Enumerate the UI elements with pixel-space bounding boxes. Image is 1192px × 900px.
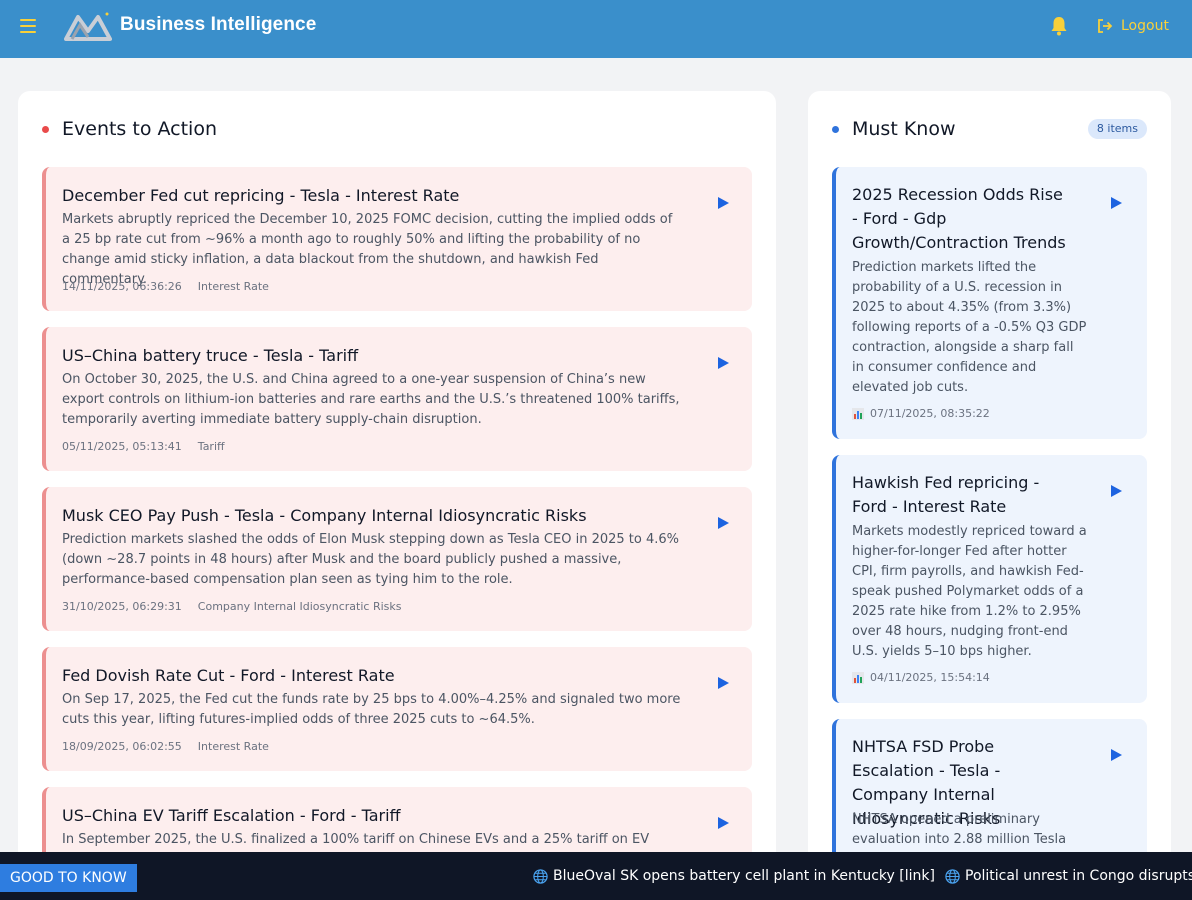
must-know-card-time: 07/11/2025, 08:35:22 — [870, 407, 990, 420]
must-know-title: Must Know — [852, 118, 956, 140]
globe-icon — [945, 868, 960, 884]
news-ticker: GOOD TO KNOW BlueOval SK opens battery c… — [0, 852, 1192, 900]
must-know-card-title: Hawkish Fed repricing - Ford - Interest … — [852, 473, 1040, 516]
events-title: Events to Action — [62, 118, 217, 140]
ticker-item[interactable]: Political unrest in Congo disrupts co — [945, 868, 1192, 884]
event-card-time: 05/11/2025, 05:13:41 — [62, 440, 182, 453]
play-icon[interactable] — [1109, 196, 1123, 210]
event-card-title: Fed Dovish Rate Cut - Ford - Interest Ra… — [62, 666, 395, 685]
must-know-dot — [832, 126, 839, 133]
play-icon[interactable] — [716, 676, 730, 690]
event-card-meta: 05/11/2025, 05:13:41 Tariff — [62, 440, 225, 453]
ticker-label: GOOD TO KNOW — [0, 864, 137, 892]
must-know-card-meta: 07/11/2025, 08:35:22 — [852, 407, 990, 420]
event-card-title: December Fed cut repricing - Tesla - Int… — [62, 186, 460, 205]
event-card-time: 14/11/2025, 06:36:26 — [62, 280, 182, 293]
brand-title: Business Intelligence — [120, 14, 317, 35]
must-know-card-title: 2025 Recession Odds Rise - Ford - Gdp Gr… — [852, 185, 1066, 252]
must-know-card[interactable]: 2025 Recession Odds Rise - Ford - Gdp Gr… — [832, 167, 1147, 439]
must-know-card-desc: Markets modestly repriced toward a highe… — [852, 524, 1087, 659]
event-card-tag: Interest Rate — [197, 280, 269, 293]
event-card-title: US–China battery truce - Tesla - Tariff — [62, 346, 359, 365]
bell-icon[interactable] — [1050, 16, 1068, 36]
ticker-item-text: Political unrest in Congo disrupts co — [965, 868, 1192, 884]
must-know-card-time: 04/11/2025, 15:54:14 — [870, 671, 990, 684]
event-card-title: US–China EV Tariff Escalation - Ford - T… — [62, 806, 401, 825]
items-count-badge: 8 items — [1087, 119, 1147, 139]
bar-chart-icon — [852, 407, 864, 420]
event-card[interactable]: December Fed cut repricing - Tesla - Int… — [42, 167, 752, 311]
event-card[interactable]: Musk CEO Pay Push - Tesla - Company Inte… — [42, 487, 752, 631]
event-card-meta: 14/11/2025, 06:36:26 Interest Rate — [62, 280, 269, 293]
event-card-tag: Tariff — [197, 440, 225, 453]
play-icon[interactable] — [716, 816, 730, 830]
events-panel: Events to Action December Fed cut repric… — [18, 91, 776, 871]
event-card-desc: Markets abruptly repriced the December 1… — [62, 212, 673, 287]
event-card-meta: 18/09/2025, 06:02:55 Interest Rate — [62, 740, 269, 753]
must-know-panel: Must Know 8 items 2025 Recession Odds Ri… — [808, 91, 1171, 871]
ticker-item-text: BlueOval SK opens battery cell plant in … — [553, 868, 935, 884]
event-card[interactable]: US–China battery truce - Tesla - Tariff … — [42, 327, 752, 471]
event-card-tag: Interest Rate — [197, 740, 269, 753]
play-icon[interactable] — [716, 356, 730, 370]
must-know-card-desc: Prediction markets lifted the probabilit… — [852, 260, 1087, 395]
logout-icon — [1098, 19, 1113, 33]
event-card-time: 31/10/2025, 06:29:31 — [62, 600, 182, 613]
play-icon[interactable] — [716, 196, 730, 210]
event-card-desc: On Sep 17, 2025, the Fed cut the funds r… — [62, 692, 681, 727]
event-card-desc: On October 30, 2025, the U.S. and China … — [62, 372, 680, 427]
event-card-title: Musk CEO Pay Push - Tesla - Company Inte… — [62, 506, 587, 525]
play-icon[interactable] — [1109, 748, 1123, 762]
must-know-card[interactable]: NHTSA FSD Probe Escalation - Tesla - Com… — [832, 719, 1147, 871]
play-icon[interactable] — [716, 516, 730, 530]
bar-chart-icon — [852, 671, 864, 684]
logo-icon — [64, 12, 112, 41]
play-icon[interactable] — [1109, 484, 1123, 498]
event-card-desc: Prediction markets slashed the odds of E… — [62, 532, 679, 587]
event-card-desc: In September 2025, the U.S. finalized a … — [62, 832, 650, 847]
must-know-card-meta: 04/11/2025, 15:54:14 — [852, 671, 990, 684]
event-card[interactable]: Fed Dovish Rate Cut - Ford - Interest Ra… — [42, 647, 752, 771]
event-card-time: 18/09/2025, 06:02:55 — [62, 740, 182, 753]
must-know-card-desc: NHTSA opened a preliminary evaluation in… — [852, 812, 1067, 847]
menu-icon[interactable] — [20, 19, 36, 33]
top-navbar: Business Intelligence Logout — [0, 0, 1192, 58]
ticker-item[interactable]: BlueOval SK opens battery cell plant in … — [533, 868, 935, 884]
logout-button[interactable]: Logout — [1097, 15, 1169, 37]
must-know-card[interactable]: Hawkish Fed repricing - Ford - Interest … — [832, 455, 1147, 703]
globe-icon — [533, 868, 548, 884]
logout-label: Logout — [1121, 18, 1169, 34]
events-dot — [42, 126, 49, 133]
event-card-tag: Company Internal Idiosyncratic Risks — [197, 600, 402, 613]
event-card-meta: 31/10/2025, 06:29:31 Company Internal Id… — [62, 600, 402, 613]
